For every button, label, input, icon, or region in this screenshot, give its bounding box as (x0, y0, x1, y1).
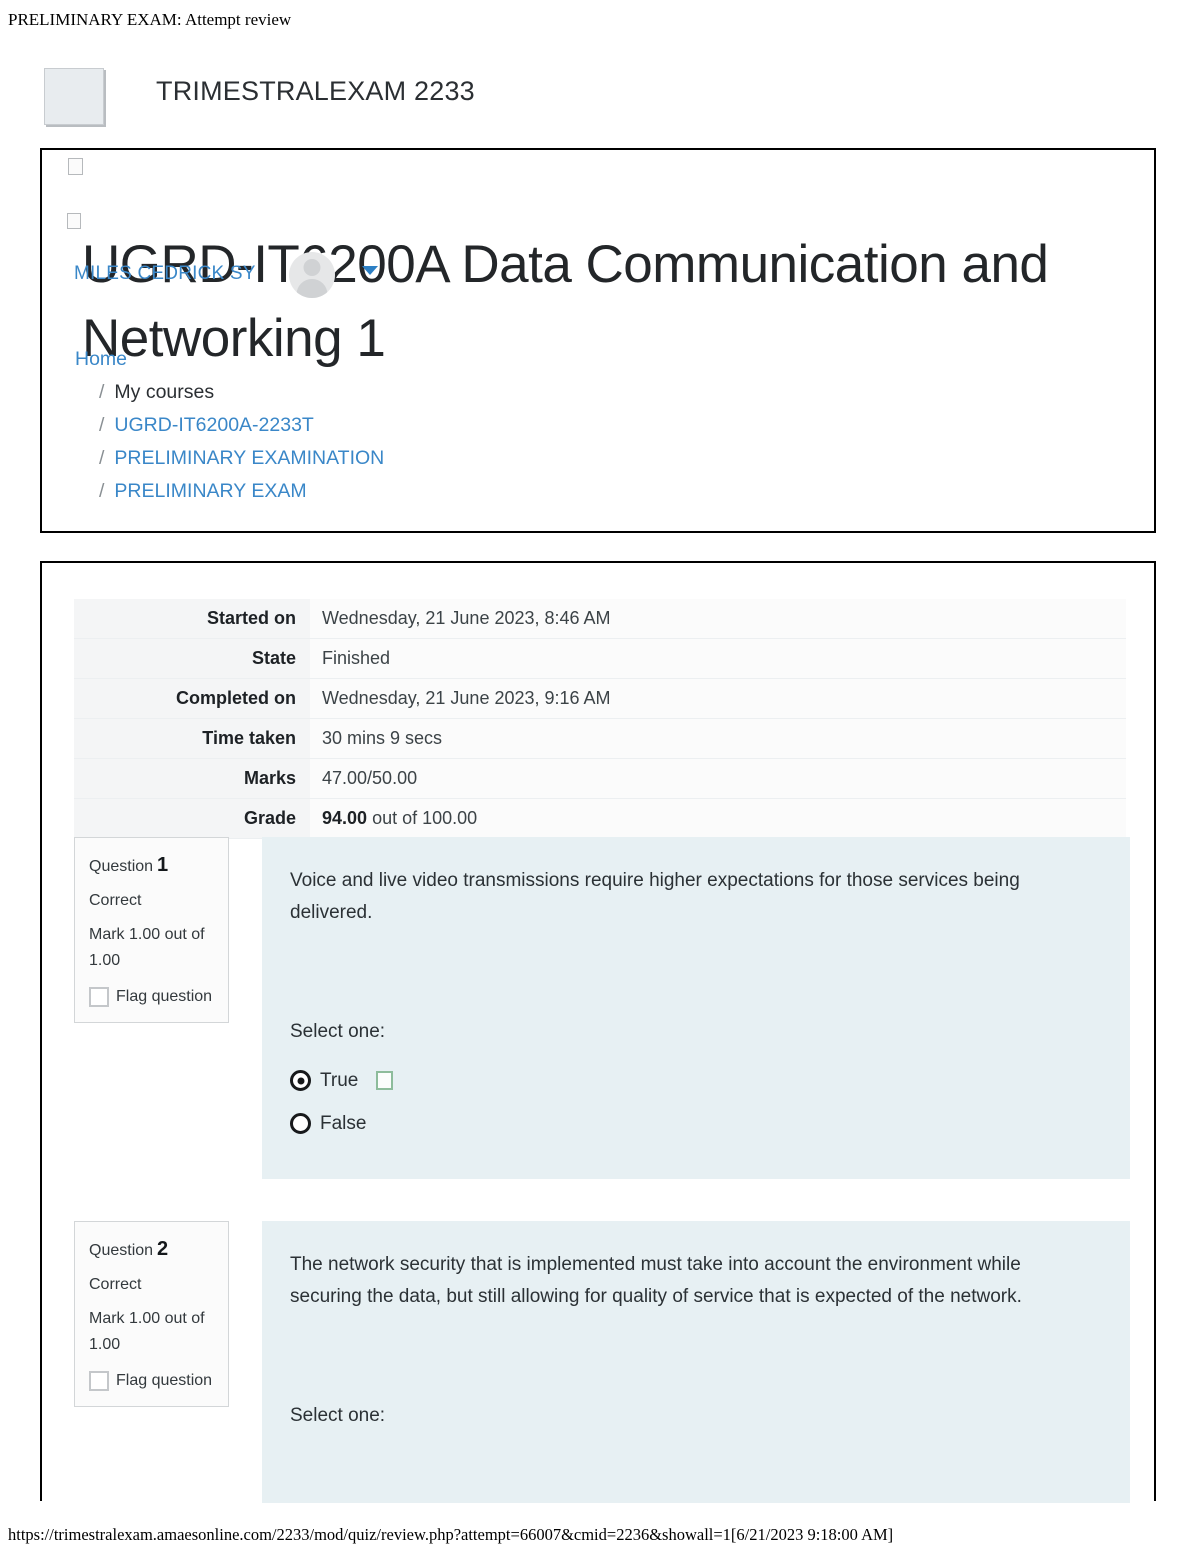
answer-option-label: False (320, 1112, 367, 1134)
question-body: The network security that is implemented… (262, 1221, 1130, 1503)
select-one-label: Select one: (290, 1021, 386, 1042)
summary-label-time-taken: Time taken (74, 718, 310, 759)
answer-option-label: True (320, 1069, 359, 1091)
breadcrumb-item: / My courses (75, 376, 384, 409)
table-row: Started on Wednesday, 21 June 2023, 8:46… (74, 599, 1126, 639)
broken-image-glyph-icon (68, 158, 83, 175)
summary-label-started-on: Started on (74, 599, 310, 639)
question-mark: Mark 1.00 out of 1.00 (89, 1310, 205, 1353)
page-header-card: UGRD-IT6200A Data Communication and Netw… (40, 148, 1156, 533)
print-header-title: PRELIMINARY EXAM: Attempt review (8, 10, 292, 29)
question-state: Correct (89, 1276, 142, 1293)
breadcrumb-link-section[interactable]: PRELIMINARY EXAMINATION (114, 447, 384, 469)
flag-checkbox-icon[interactable] (89, 1371, 109, 1391)
radio-button-icon[interactable] (290, 1070, 311, 1091)
site-logo-placeholder-icon (44, 68, 104, 125)
question-state: Correct (89, 892, 142, 909)
table-row: Completed on Wednesday, 21 June 2023, 9:… (74, 678, 1126, 719)
correct-answer-marker-icon (376, 1071, 394, 1090)
attempt-summary-table: Started on Wednesday, 21 June 2023, 8:46… (74, 599, 1126, 839)
summary-label-grade: Grade (74, 798, 310, 839)
summary-value-grade: 94.00 out of 100.00 (310, 798, 1126, 839)
breadcrumb-label-my-courses: My courses (114, 381, 215, 403)
answer-option-true[interactable]: True (290, 1059, 394, 1102)
table-row: Time taken 30 mins 9 secs (74, 718, 1126, 759)
question-number: 1 (157, 854, 169, 876)
flag-question-label: Flag question (116, 988, 213, 1005)
answer-options: True False (290, 1059, 394, 1145)
summary-value-started-on: Wednesday, 21 June 2023, 8:46 AM (310, 599, 1126, 639)
flag-question-control[interactable]: Flag question (89, 984, 216, 1010)
summary-value-completed-on: Wednesday, 21 June 2023, 9:16 AM (310, 678, 1126, 719)
avatar-head-shape (303, 259, 321, 276)
attempt-review-card: Started on Wednesday, 21 June 2023, 8:46… (40, 561, 1156, 1503)
table-row: Grade 94.00 out of 100.00 (74, 798, 1126, 839)
breadcrumb-item[interactable]: / PRELIMINARY EXAM (75, 475, 384, 508)
broken-image-glyph-icon (67, 213, 81, 229)
flag-checkbox-icon[interactable] (89, 987, 109, 1007)
breadcrumb: Home / My courses / UGRD-IT6200A-2233T / PR… (75, 343, 384, 508)
breadcrumb-item[interactable]: / PRELIMINARY EXAMINATION (75, 442, 384, 475)
user-name-label: MILES CEDRICK SY (74, 263, 256, 284)
avatar (289, 252, 335, 298)
summary-label-marks: Marks (74, 758, 310, 799)
question-info-panel: Question 1 Correct Mark 1.00 out of 1.00 … (74, 837, 229, 1023)
summary-value-marks: 47.00/50.00 (310, 758, 1126, 799)
breadcrumb-item[interactable]: Home (75, 343, 384, 376)
answer-option-false[interactable]: False (290, 1102, 393, 1145)
breadcrumb-link-quiz[interactable]: PRELIMINARY EXAM (114, 480, 306, 502)
breadcrumb-item[interactable]: / UGRD-IT6200A-2233T (75, 409, 384, 442)
print-footer-url: https://trimestralexam.amaesonline.com/2… (8, 1525, 894, 1544)
breadcrumb-separator: / (99, 447, 105, 469)
question-body: Voice and live video transmissions requi… (262, 837, 1130, 1179)
select-one-label: Select one: (290, 1405, 386, 1426)
question-number-row: Question 2 (89, 1236, 216, 1264)
question-label: Question (89, 1242, 154, 1259)
question-number: 2 (157, 1238, 169, 1260)
question-block: Question 1 Correct Mark 1.00 out of 1.00 … (74, 837, 1130, 1179)
question-label: Question (89, 858, 154, 875)
breadcrumb-link-home[interactable]: Home (75, 348, 127, 370)
user-menu[interactable]: MILES CEDRICK SY (74, 252, 378, 298)
chevron-down-icon[interactable] (362, 266, 378, 275)
question-number-row: Question 1 (89, 852, 216, 880)
radio-button-icon[interactable] (290, 1113, 311, 1134)
flag-question-control[interactable]: Flag question (89, 1368, 216, 1394)
breadcrumb-separator: / (99, 480, 105, 502)
breadcrumb-separator: / (99, 414, 105, 436)
question-info-panel: Question 2 Correct Mark 1.00 out of 1.00 … (74, 1221, 229, 1407)
avatar-body-shape (296, 279, 328, 298)
question-block: Question 2 Correct Mark 1.00 out of 1.00 … (74, 1221, 1130, 1503)
breadcrumb-link-course[interactable]: UGRD-IT6200A-2233T (114, 414, 313, 436)
question-text: The network security that is implemented… (290, 1254, 1022, 1307)
summary-label-completed-on: Completed on (74, 678, 310, 719)
summary-value-time-taken: 30 mins 9 secs (310, 718, 1126, 759)
flag-question-label: Flag question (116, 1372, 213, 1389)
summary-label-state: State (74, 638, 310, 679)
summary-value-state: Finished (310, 638, 1126, 679)
question-text: Voice and live video transmissions requi… (290, 870, 1020, 923)
grade-suffix: out of 100.00 (372, 808, 478, 828)
table-row: Marks 47.00/50.00 (74, 758, 1126, 799)
grade-number: 94.00 (322, 808, 368, 828)
site-name: TRIMESTRALEXAM 2233 (156, 76, 475, 106)
question-mark: Mark 1.00 out of 1.00 (89, 926, 205, 969)
table-row: State Finished (74, 638, 1126, 679)
breadcrumb-separator: / (99, 381, 105, 403)
